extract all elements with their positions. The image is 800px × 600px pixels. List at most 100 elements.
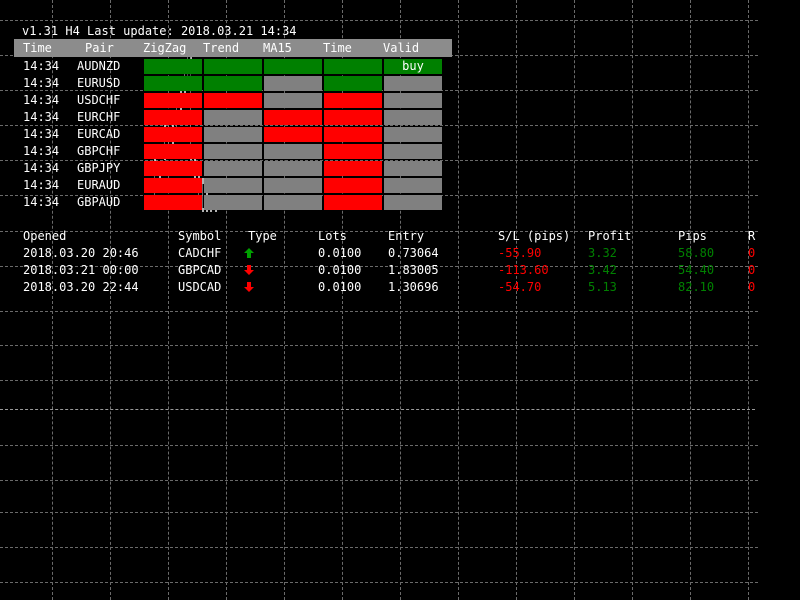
signal-cell-zigzag <box>144 161 202 176</box>
trade-opened: 2018.03.21 00:00 <box>23 263 139 277</box>
trade-entry: 1.30696 <box>388 280 439 294</box>
trade-symbol: GBPCAD <box>178 263 222 277</box>
signal-cell-time2 <box>324 59 382 74</box>
signal-row-time: 14:34 <box>23 76 60 90</box>
signal-cell-time2 <box>324 76 382 91</box>
signal-row-time: 14:34 <box>23 178 60 192</box>
signal-cell-zigzag <box>144 144 202 159</box>
signal-cell-trend <box>204 59 262 74</box>
signal-cell-valid <box>384 178 442 193</box>
signal-cell-trend <box>204 127 262 142</box>
trade-opened: 2018.03.20 20:46 <box>23 246 139 260</box>
trades-col-entry: Entry <box>388 229 425 243</box>
signal-cell-trend <box>204 93 262 108</box>
trade-pips: 58.80 <box>678 246 715 260</box>
col-time: Time <box>23 41 52 55</box>
trade-lots: 0.0100 <box>318 280 362 294</box>
trade-sl: -54.70 <box>498 280 542 294</box>
trade-opened: 2018.03.20 22:44 <box>23 280 139 294</box>
signal-row-time: 14:34 <box>23 195 60 209</box>
signal-cell-trend <box>204 76 262 91</box>
signal-cell-trend <box>204 195 262 210</box>
col-trend: Trend <box>203 41 240 55</box>
signal-cell-time2 <box>324 93 382 108</box>
signal-row-pair: GBPCHF <box>77 144 121 158</box>
signal-row-pair: EURAUD <box>77 178 121 192</box>
signal-cell-valid <box>384 195 442 210</box>
trade-r: 0 <box>748 280 756 294</box>
signal-row-pair: EURUSD <box>77 76 121 90</box>
trades-col-profit: Profit <box>588 229 632 243</box>
signal-row-time: 14:34 <box>23 127 60 141</box>
signal-cell-zigzag <box>144 178 202 193</box>
trade-r: 0 <box>748 263 756 277</box>
signal-cell-time2 <box>324 161 382 176</box>
trade-sl: -55.90 <box>498 246 542 260</box>
signal-cell-time2 <box>324 127 382 142</box>
trades-col-lots: Lots <box>318 229 347 243</box>
trade-pips: 82.10 <box>678 280 715 294</box>
trades-col-sl: S/L (pips) <box>498 229 571 243</box>
signal-row-pair: EURCAD <box>77 127 121 141</box>
trade-profit: 5.13 <box>588 280 617 294</box>
signal-cell-zigzag <box>144 195 202 210</box>
signal-cell-ma15 <box>264 144 322 159</box>
trade-profit: 3.32 <box>588 246 617 260</box>
signal-cell-valid <box>384 76 442 91</box>
signal-row-pair: USDCHF <box>77 93 121 107</box>
trade-lots: 0.0100 <box>318 246 362 260</box>
trade-symbol: USDCAD <box>178 280 222 294</box>
signal-cell-trend <box>204 178 262 193</box>
signal-cell-ma15 <box>264 93 322 108</box>
trades-col-symbol: Symbol <box>178 229 222 243</box>
signal-cell-time2 <box>324 144 382 159</box>
arrow-up-icon <box>244 248 254 258</box>
signal-cell-valid <box>384 144 442 159</box>
signal-cell-ma15 <box>264 178 322 193</box>
trades-col-opened: Opened <box>23 229 67 243</box>
col-zigzag: ZigZag <box>143 41 187 55</box>
trade-entry: 0.73064 <box>388 246 439 260</box>
signal-row-pair: GBPAUD <box>77 195 121 209</box>
signal-cell-valid <box>384 127 442 142</box>
trades-col-r: R <box>748 229 756 243</box>
col-valid: Valid <box>383 41 420 55</box>
signal-row-time: 14:34 <box>23 161 60 175</box>
signal-cell-valid <box>384 161 442 176</box>
trade-sl: -113.60 <box>498 263 549 277</box>
trade-r: 0 <box>748 246 756 260</box>
signal-cell-trend <box>204 144 262 159</box>
signal-row-pair: EURCHF <box>77 110 121 124</box>
signal-cell-ma15 <box>264 59 322 74</box>
signal-cell-ma15 <box>264 195 322 210</box>
trade-pips: 54.40 <box>678 263 715 277</box>
signal-row-time: 14:34 <box>23 144 60 158</box>
signal-valid-label: buy <box>402 59 424 73</box>
signal-cell-valid <box>384 110 442 125</box>
signal-cell-time2 <box>324 178 382 193</box>
signal-row-time: 14:34 <box>23 59 60 73</box>
signal-cell-trend <box>204 161 262 176</box>
signal-row-pair: GBPJPY <box>77 161 121 175</box>
signal-cell-valid <box>384 93 442 108</box>
col-ma15: MA15 <box>263 41 292 55</box>
signal-cell-ma15 <box>264 76 322 91</box>
arrow-down-icon <box>244 282 254 292</box>
signal-cell-time2 <box>324 110 382 125</box>
col-time-signal: Time <box>323 41 352 55</box>
signal-cell-zigzag <box>144 127 202 142</box>
signal-cell-ma15 <box>264 127 322 142</box>
trades-col-pips: Pips <box>678 229 707 243</box>
signal-cell-zigzag <box>144 93 202 108</box>
trade-symbol: CADCHF <box>178 246 222 260</box>
signal-cell-time2 <box>324 195 382 210</box>
signal-cell-ma15 <box>264 161 322 176</box>
signal-cell-zigzag <box>144 110 202 125</box>
signal-cell-trend <box>204 110 262 125</box>
signal-row-time: 14:34 <box>23 110 60 124</box>
trade-entry: 1.83005 <box>388 263 439 277</box>
signal-row-time: 14:34 <box>23 93 60 107</box>
arrow-down-icon <box>244 265 254 275</box>
signal-row-pair: AUDNZD <box>77 59 121 73</box>
signal-cell-zigzag <box>144 59 202 74</box>
